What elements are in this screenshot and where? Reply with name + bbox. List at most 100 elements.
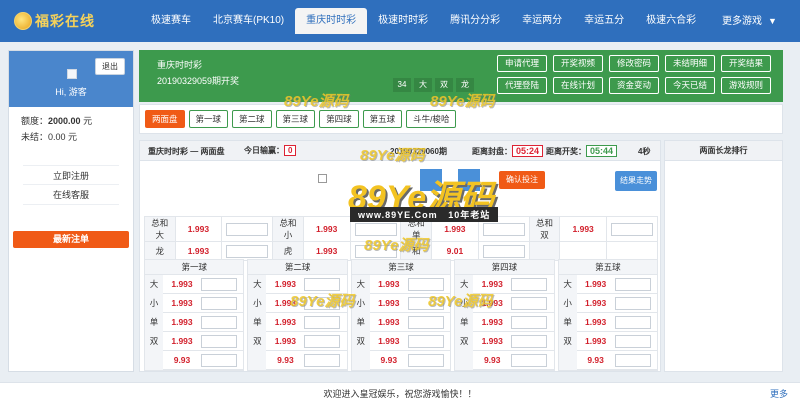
brand-logo[interactable]: 福彩在线 xyxy=(14,11,95,31)
bet-amount-input[interactable] xyxy=(201,334,237,348)
more-announcements-link[interactable]: 更多 xyxy=(770,387,788,400)
tab-two-sides[interactable]: 两面盘 xyxy=(145,110,185,128)
bet-label: 小 xyxy=(558,293,577,313)
open-countdown: 距离开奖： 05:44 xyxy=(546,145,618,157)
bet-amount-input[interactable] xyxy=(511,353,548,367)
chip-button[interactable] xyxy=(420,169,442,191)
bet-amount-input[interactable] xyxy=(354,244,397,258)
bet-amount-input[interactable] xyxy=(304,353,341,367)
bet-amount-input[interactable] xyxy=(304,277,341,291)
table-row: 大 1.993 xyxy=(455,274,554,294)
tab-ball-1[interactable]: 第一球 xyxy=(188,110,229,128)
table-row: 大 1.993 xyxy=(145,274,244,294)
bet-amount-input[interactable] xyxy=(614,315,651,329)
draw-results-button[interactable]: 开奖结果 xyxy=(721,55,771,72)
tab-ball-3[interactable]: 第三球 xyxy=(275,110,316,128)
bet-amount-input[interactable] xyxy=(407,296,444,310)
bet-amount-input[interactable] xyxy=(511,277,548,291)
bet-amount-cell xyxy=(511,296,553,310)
bet-amount-input[interactable] xyxy=(201,315,237,329)
ranking-title: 两面长龙排行 xyxy=(665,141,782,161)
settled-today-button[interactable]: 今天已结 xyxy=(665,77,715,94)
logout-button[interactable]: 退出 xyxy=(95,58,125,75)
ball-column-4: 第四球 大 1.993 小 1.993 单 1.993 双 1.993 9.93 xyxy=(454,259,555,371)
unsettled-details-button[interactable]: 未结明细 xyxy=(665,55,715,72)
tab-niuniu-suoha[interactable]: 斗牛/梭哈 xyxy=(406,110,457,128)
apply-agent-button[interactable]: 申请代理 xyxy=(497,55,547,72)
bet-amount-cell xyxy=(201,353,243,367)
customer-service-link[interactable]: 在线客服 xyxy=(23,185,119,205)
table-row: 9.93 xyxy=(145,350,244,370)
bet-amount-input[interactable] xyxy=(304,296,341,310)
chip-button[interactable] xyxy=(458,169,480,191)
draw-video-button[interactable]: 开奖视频 xyxy=(553,55,603,72)
bet-amount-input[interactable] xyxy=(226,244,269,258)
agent-login-button[interactable]: 代理登陆 xyxy=(497,77,547,94)
tab-ball-5[interactable]: 第五球 xyxy=(362,110,403,128)
nav-item-jisu-lhc[interactable]: 极速六合彩 xyxy=(635,8,707,34)
bet-amount-input[interactable] xyxy=(304,334,341,348)
bet-amount-input[interactable] xyxy=(407,277,444,291)
today-value: 0 xyxy=(284,145,297,156)
nav-item-chongqing-ssc[interactable]: 重庆时时彩 xyxy=(295,8,368,34)
bet-amount-input[interactable] xyxy=(226,222,269,236)
bet-amount-input[interactable] xyxy=(354,222,397,236)
balance-unit: 元 xyxy=(83,116,93,126)
bet-odds: 1.993 xyxy=(584,298,607,308)
bet-odds: 1.993 xyxy=(274,317,297,327)
fund-changes-button[interactable]: 资金变动 xyxy=(609,77,659,94)
bet-amount-cell xyxy=(304,334,346,348)
online-plan-button[interactable]: 在线计划 xyxy=(553,77,603,94)
confirm-bet-button[interactable]: 确认投注 xyxy=(499,171,545,189)
game-rules-button[interactable]: 游戏规则 xyxy=(721,77,771,94)
bet-label: 和 xyxy=(400,241,432,261)
bet-amount-input[interactable] xyxy=(614,296,651,310)
nav-item-lucky-two[interactable]: 幸运两分 xyxy=(511,8,573,34)
nav-item-beijing-pk10[interactable]: 北京赛车(PK10) xyxy=(202,8,295,34)
bet-label: 虎 xyxy=(272,241,304,261)
bet-amount-input[interactable] xyxy=(407,353,444,367)
bet-amount-input[interactable] xyxy=(511,315,548,329)
bet-amount-input[interactable] xyxy=(614,334,651,348)
long-dragon-ranking-panel: 两面长龙排行 xyxy=(664,140,783,372)
register-link[interactable]: 立即注册 xyxy=(23,165,119,185)
empty-cell xyxy=(606,241,658,261)
bet-amount-cell xyxy=(511,315,553,329)
bet-amount-input[interactable] xyxy=(201,296,237,310)
bet-amount-input[interactable] xyxy=(482,222,525,236)
bet-amount-input[interactable] xyxy=(614,277,651,291)
nav-item-jisu-ssc[interactable]: 极速时时彩 xyxy=(367,8,439,34)
latest-bets-button[interactable]: 最新注单 xyxy=(13,231,129,248)
unsettled-line: 未结：0.00 元 xyxy=(9,129,133,145)
bet-amount-input[interactable] xyxy=(511,296,548,310)
more-games-menu[interactable]: 更多游戏 ▼ xyxy=(722,8,777,34)
bet-amount-input[interactable] xyxy=(482,244,525,258)
nav-item-jisu-saiche[interactable]: 极速赛车 xyxy=(140,8,202,34)
tab-ball-2[interactable]: 第二球 xyxy=(232,110,272,128)
bet-amount-input[interactable] xyxy=(614,353,651,367)
bet-amount-cell xyxy=(407,353,450,367)
bet-amount-input[interactable] xyxy=(407,315,444,329)
nav-item-tencent-ffc[interactable]: 腾讯分分彩 xyxy=(439,8,511,34)
caret-down-icon: ▼ xyxy=(768,16,777,26)
bet-odds: 1.993 xyxy=(481,279,503,289)
tab-ball-4[interactable]: 第四球 xyxy=(319,110,359,128)
announcement-bar: 欢迎进入皇冠娱乐，祝您游戏愉快！！ 更多 xyxy=(0,382,800,400)
result-trend-button[interactable]: 结果走势 xyxy=(615,171,657,191)
bet-amount-input[interactable] xyxy=(201,277,237,291)
bet-amount-input[interactable] xyxy=(511,334,548,348)
bet-label: 双 xyxy=(351,331,370,351)
bet-amount-cell xyxy=(304,277,346,291)
bet-amount-input[interactable] xyxy=(304,315,341,329)
bet-amount-input[interactable] xyxy=(201,353,237,367)
bet-label: 单 xyxy=(351,312,370,332)
bet-amount-cell xyxy=(614,296,657,310)
bet-amount-input[interactable] xyxy=(407,334,444,348)
bet-odds: 1.993 xyxy=(378,279,400,289)
quick-bet-checkbox[interactable] xyxy=(318,174,327,183)
ball-column-title: 第二球 xyxy=(248,260,347,275)
change-password-button[interactable]: 修改密码 xyxy=(609,55,659,72)
nav-item-lucky-five[interactable]: 幸运五分 xyxy=(573,8,635,34)
bet-amount-input[interactable] xyxy=(611,222,654,236)
ball-column-5: 第五球 大 1.993 小 1.993 单 1.993 双 1.993 9.93 xyxy=(557,259,659,371)
